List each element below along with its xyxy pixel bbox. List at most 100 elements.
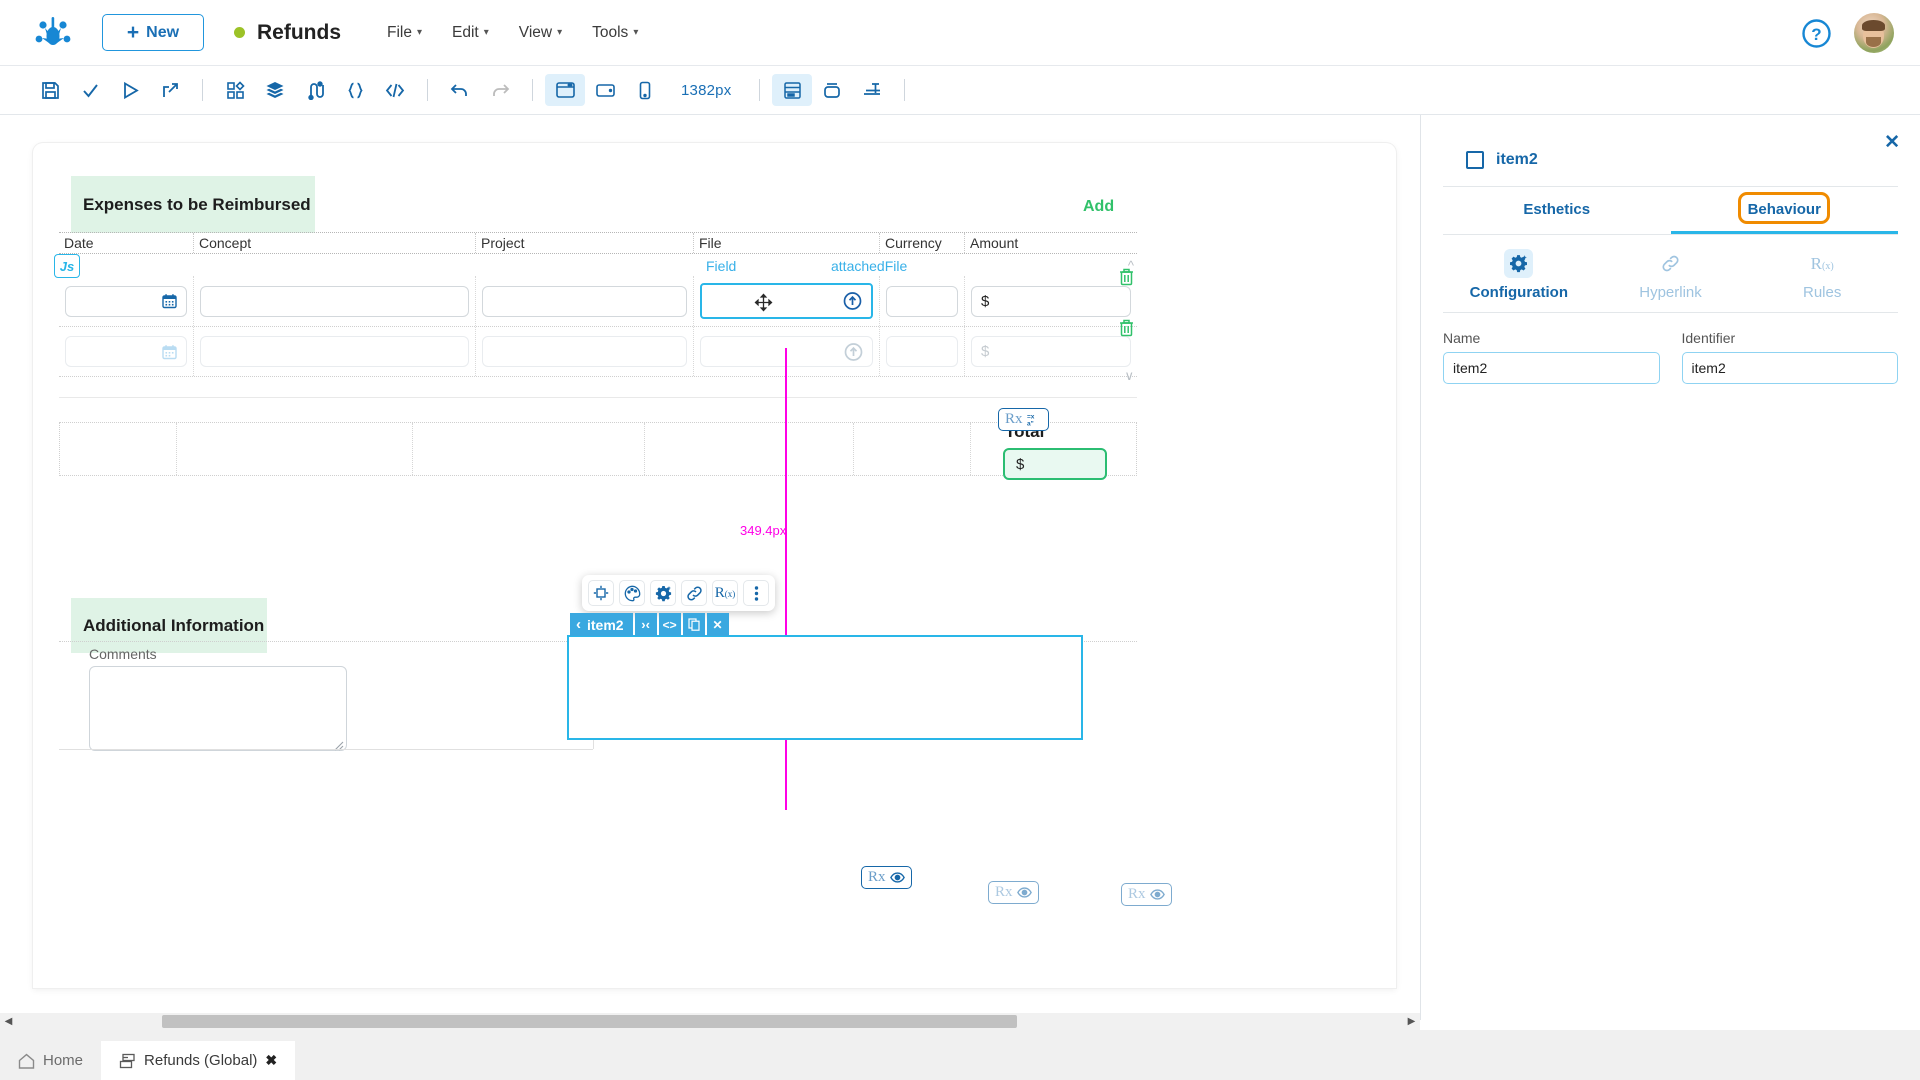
menu-edit[interactable]: Edit ▾: [452, 24, 489, 42]
move-resize-icon[interactable]: [588, 580, 614, 606]
date-input-row1[interactable]: [65, 286, 187, 317]
top-bar: + New Refunds File ▾ Edit ▾ View ▾ Tools…: [0, 0, 1920, 66]
settings-sparkle-icon[interactable]: [650, 580, 676, 606]
name-input[interactable]: item2: [1443, 352, 1660, 384]
close-icon[interactable]: ✕: [1884, 131, 1900, 154]
frog-logo[interactable]: [30, 10, 76, 56]
rx-label: Rx: [995, 884, 1013, 901]
cell-currency[interactable]: [880, 327, 965, 376]
scrollbar-track[interactable]: [17, 1013, 1403, 1030]
rx-visibility-badge[interactable]: Rx: [988, 881, 1039, 904]
undo-icon[interactable]: [440, 74, 480, 106]
rx-visibility-badge[interactable]: Rx: [861, 866, 912, 889]
flow-icon[interactable]: [295, 74, 335, 106]
eye-icon: [1150, 888, 1165, 901]
cell-amount[interactable]: $: [965, 327, 1137, 376]
section-divider: [59, 397, 1137, 398]
total-amount-field[interactable]: $: [1003, 448, 1107, 480]
duplicate-icon[interactable]: [683, 613, 705, 636]
delete-icon[interactable]: ✕: [707, 613, 729, 636]
layers-icon[interactable]: [255, 74, 295, 106]
concept-input-row1[interactable]: [200, 286, 469, 317]
desktop-view-icon[interactable]: [545, 74, 585, 106]
cell-project[interactable]: [476, 327, 694, 376]
json-braces-icon[interactable]: [335, 74, 375, 106]
scrollbar-thumb[interactable]: [162, 1015, 1017, 1028]
subtab-rules[interactable]: R(x) Rules: [1746, 249, 1898, 301]
cell-concept[interactable]: [194, 276, 476, 326]
rx-visibility-badge[interactable]: Rx: [1121, 883, 1172, 906]
subtab-hyperlink[interactable]: Hyperlink: [1595, 249, 1747, 301]
cell-project[interactable]: [476, 276, 694, 326]
formula-rx-icon[interactable]: R(x): [712, 580, 738, 606]
totals-cell: [60, 423, 177, 475]
cell-amount[interactable]: $: [965, 276, 1137, 326]
document-status-dot: [234, 27, 245, 38]
scroll-down-chevron-icon[interactable]: ∨: [1124, 368, 1134, 384]
tablet-view-icon[interactable]: [585, 74, 625, 106]
parent-chevron-icon[interactable]: ‹: [576, 616, 581, 633]
validate-check-icon[interactable]: [70, 74, 110, 106]
scroll-left-arrow-icon[interactable]: ◀: [0, 1016, 17, 1027]
run-play-icon[interactable]: [110, 74, 150, 106]
subtab-configuration[interactable]: Configuration: [1443, 249, 1595, 301]
redo-icon[interactable]: [480, 74, 520, 106]
tab-esthetics[interactable]: Esthetics: [1443, 187, 1671, 234]
collapse-icon[interactable]: ›‹: [635, 613, 657, 636]
amount-input-row1[interactable]: $: [971, 286, 1131, 317]
code-icon[interactable]: [375, 74, 415, 106]
menu-tools[interactable]: Tools ▾: [592, 24, 638, 42]
delete-row-icon[interactable]: [1118, 268, 1135, 286]
menu-view[interactable]: View ▾: [519, 24, 562, 42]
date-input-row2[interactable]: [65, 336, 187, 367]
palette-icon[interactable]: [619, 580, 645, 606]
rx-formula-badge-total[interactable]: Rx =x a": [998, 408, 1049, 431]
cell-currency[interactable]: [880, 276, 965, 326]
project-input-row2[interactable]: [482, 336, 687, 367]
link-icon[interactable]: [681, 580, 707, 606]
selected-element-item2[interactable]: [567, 635, 1083, 740]
tab-behaviour[interactable]: Behaviour: [1671, 187, 1899, 234]
code-icon[interactable]: <>: [659, 613, 681, 636]
upload-icon[interactable]: [843, 292, 862, 311]
amount-input-row2[interactable]: $: [971, 336, 1131, 367]
add-row-link[interactable]: Add: [1083, 198, 1114, 216]
js-badge[interactable]: Js: [54, 254, 80, 278]
canvas-horizontal-scrollbar[interactable]: ◀ ▶: [0, 1013, 1420, 1030]
avatar[interactable]: [1854, 13, 1894, 53]
cell-date[interactable]: [59, 276, 194, 326]
upload-icon[interactable]: [844, 342, 863, 361]
save-icon[interactable]: [30, 74, 70, 106]
file-input-row1[interactable]: [700, 283, 873, 319]
help-circle-icon[interactable]: ?: [1801, 18, 1832, 49]
bottom-tab-home[interactable]: Home: [0, 1041, 101, 1080]
cell-file[interactable]: [694, 327, 880, 376]
layout-rows-icon[interactable]: [772, 74, 812, 106]
calendar-icon[interactable]: [162, 344, 177, 359]
more-vertical-icon[interactable]: [743, 580, 769, 606]
currency-input-row1[interactable]: [886, 286, 958, 317]
cell-date[interactable]: [59, 327, 194, 376]
align-icon[interactable]: [852, 74, 892, 106]
comments-textarea[interactable]: [89, 666, 347, 751]
scroll-right-arrow-icon[interactable]: ▶: [1403, 1016, 1420, 1027]
publish-export-icon[interactable]: [150, 74, 190, 106]
cell-concept[interactable]: [194, 327, 476, 376]
identifier-input[interactable]: item2: [1682, 352, 1899, 384]
chevron-down-icon: ▾: [417, 27, 422, 38]
mobile-view-icon[interactable]: [625, 74, 665, 106]
menu-file[interactable]: File ▾: [387, 24, 422, 42]
new-button[interactable]: + New: [102, 14, 204, 51]
concept-input-row2[interactable]: [200, 336, 469, 367]
comments-cell-bottom-border: [59, 749, 593, 750]
calendar-icon[interactable]: [162, 294, 177, 309]
element-tag-item2[interactable]: ‹ item2: [570, 613, 633, 636]
components-icon[interactable]: [215, 74, 255, 106]
container-icon[interactable]: [812, 74, 852, 106]
delete-row-icon[interactable]: [1118, 319, 1135, 337]
cell-file[interactable]: [694, 276, 880, 326]
project-input-row1[interactable]: [482, 286, 687, 317]
bottom-tab-refunds[interactable]: Refunds (Global) ✖: [101, 1041, 295, 1080]
currency-input-row2[interactable]: [886, 336, 958, 367]
close-icon[interactable]: ✖: [265, 1052, 277, 1069]
